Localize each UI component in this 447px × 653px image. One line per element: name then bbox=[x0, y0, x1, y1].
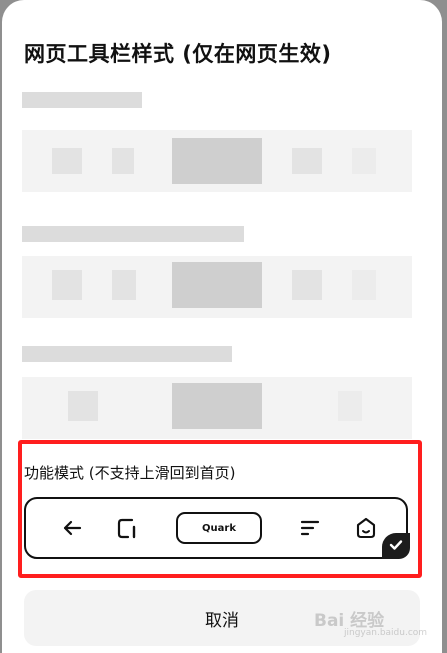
tab-switcher-icon bbox=[117, 518, 136, 539]
option-1-label-blurred bbox=[22, 92, 142, 108]
option-2-label-blurred bbox=[22, 226, 244, 242]
checkmark-icon bbox=[389, 540, 403, 550]
option-3-label-blurred bbox=[22, 346, 232, 362]
option-2-preview-blurred[interactable] bbox=[22, 256, 412, 318]
arrow-left-icon bbox=[63, 520, 82, 536]
selected-check-badge bbox=[382, 533, 410, 559]
menu-lines-icon bbox=[300, 520, 320, 536]
home-face-icon bbox=[356, 517, 376, 539]
option-1-preview-blurred[interactable] bbox=[22, 130, 412, 192]
quark-search-button: Quark bbox=[176, 512, 262, 544]
bottom-sheet: 网页工具栏样式 (仅在网页生效) 功能模式 (不支持上滑回到首页) Quark … bbox=[2, 0, 442, 653]
sheet-title: 网页工具栏样式 (仅在网页生效) bbox=[24, 42, 332, 66]
function-mode-toolbar-option[interactable]: Quark bbox=[24, 497, 410, 559]
function-mode-label: 功能模式 (不支持上滑回到首页) bbox=[24, 464, 236, 482]
option-3-preview-blurred[interactable] bbox=[22, 377, 412, 439]
baidu-watermark-url: jingyan.baidu.com bbox=[344, 628, 428, 638]
